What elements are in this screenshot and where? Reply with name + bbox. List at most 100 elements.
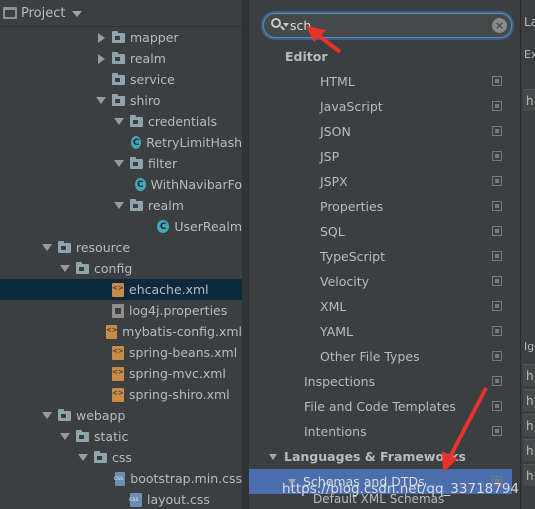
- project-tree-item-label: RetryLimitHash: [146, 135, 242, 150]
- project-tree-item[interactable]: C RetryLimitHash: [0, 132, 242, 153]
- settings-tree-item[interactable]: Velocity: [249, 269, 512, 294]
- expand-down-arrow-icon[interactable]: [269, 453, 277, 460]
- settings-tree-item[interactable]: JSPX: [249, 169, 512, 194]
- settings-tree-item[interactable]: Properties: [249, 194, 512, 219]
- folder-icon: [112, 94, 125, 106]
- project-tree-item[interactable]: css: [0, 447, 242, 468]
- project-tree-item[interactable]: spring-shiro.xml: [0, 384, 242, 405]
- project-tree-item[interactable]: ehcache.xml: [0, 279, 242, 300]
- expand-right-arrow-icon[interactable]: [97, 32, 105, 43]
- project-tree-item[interactable]: C UserRealm: [0, 216, 242, 237]
- expand-down-arrow-icon[interactable]: [78, 454, 88, 461]
- project-tree-item-label: static: [94, 429, 129, 444]
- project-settings-icon: [492, 201, 502, 211]
- ignored-row[interactable]: h: [523, 389, 535, 411]
- ignored-row[interactable]: h: [523, 414, 535, 436]
- settings-tree-item[interactable]: Editor: [249, 44, 512, 69]
- project-tree-item-label: resource: [76, 240, 131, 255]
- expand-down-arrow-icon[interactable]: [114, 202, 124, 209]
- project-settings-icon: [492, 176, 502, 186]
- project-tree-item[interactable]: mapper: [0, 27, 242, 48]
- settings-tree-item[interactable]: TypeScript: [249, 244, 512, 269]
- java-class-icon: C: [157, 220, 170, 233]
- project-tree-item[interactable]: C WithNavibarFo: [0, 174, 242, 195]
- settings-tree-item[interactable]: HTML: [249, 69, 512, 94]
- project-tree-item[interactable]: spring-mvc.xml: [0, 363, 242, 384]
- xml-file-icon: [112, 366, 124, 381]
- project-tree-item[interactable]: service: [0, 69, 242, 90]
- settings-tree-item[interactable]: XML: [249, 294, 512, 319]
- settings-tree-item[interactable]: Intentions: [249, 419, 512, 444]
- project-tree-item-label: shiro: [130, 93, 161, 108]
- project-tree-item-label: spring-mvc.xml: [129, 366, 226, 381]
- expand-down-arrow-icon[interactable]: [114, 118, 124, 125]
- project-tree-item[interactable]: resource: [0, 237, 242, 258]
- ignored-row[interactable]: h: [523, 364, 535, 386]
- settings-tree-item-label: JavaScript: [320, 99, 383, 114]
- chevron-down-icon[interactable]: [72, 10, 83, 17]
- properties-file-icon: [112, 303, 124, 318]
- settings-tree-item-label: Properties: [320, 199, 384, 214]
- expand-down-arrow-icon[interactable]: [60, 433, 70, 440]
- search-icon[interactable]: [271, 18, 281, 28]
- settings-tree-item[interactable]: Languages & Frameworks: [249, 444, 512, 469]
- settings-tree-item[interactable]: Other File Types: [249, 344, 512, 369]
- settings-tree-item-label: SQL: [320, 224, 345, 239]
- project-tree-item-label: webapp: [76, 408, 126, 423]
- project-tree-item[interactable]: config: [0, 258, 242, 279]
- project-tree-item[interactable]: static: [0, 426, 242, 447]
- folder-icon: [58, 409, 71, 421]
- project-tree-item[interactable]: webapp: [0, 405, 242, 426]
- project-tree-item[interactable]: spring-beans.xml: [0, 342, 242, 363]
- project-tree-item-label: layout.css: [147, 492, 210, 507]
- project-tree-item-label: bootstrap.min.css: [130, 471, 242, 486]
- expand-down-arrow-icon[interactable]: [42, 412, 52, 419]
- expand-down-arrow-icon[interactable]: [60, 265, 70, 272]
- external-schema-row[interactable]: h: [523, 89, 535, 111]
- settings-search-input[interactable]: [290, 16, 480, 35]
- folder-icon: [76, 430, 89, 442]
- folder-icon: [130, 199, 143, 211]
- project-tree-item[interactable]: realm: [0, 195, 242, 216]
- project-tree-item[interactable]: layout.css: [0, 489, 242, 509]
- ignored-row[interactable]: h: [523, 464, 535, 486]
- project-tree-item[interactable]: filter: [0, 153, 242, 174]
- css-file-icon: [129, 492, 142, 507]
- search-history-caret-icon[interactable]: [283, 23, 289, 27]
- settings-tree-item[interactable]: JSON: [249, 119, 512, 144]
- project-tree-item[interactable]: realm: [0, 48, 242, 69]
- project-settings-icon: [492, 151, 502, 161]
- settings-tree-item[interactable]: JavaScript: [249, 94, 512, 119]
- ignored-row[interactable]: h: [523, 439, 535, 461]
- expand-down-arrow-icon[interactable]: [114, 160, 124, 167]
- settings-tree-item[interactable]: File and Code Templates: [249, 394, 512, 419]
- project-tree-item-label: spring-beans.xml: [129, 345, 238, 360]
- settings-tree-item[interactable]: Inspections: [249, 369, 512, 394]
- expand-down-arrow-icon[interactable]: [42, 244, 52, 251]
- project-tree-item-label: config: [94, 261, 133, 276]
- project-tree-item[interactable]: credentials: [0, 111, 242, 132]
- settings-search-box[interactable]: ×: [263, 13, 512, 38]
- expand-down-arrow-icon[interactable]: [96, 97, 106, 104]
- expand-right-arrow-icon[interactable]: [97, 53, 105, 64]
- project-tree-item[interactable]: log4j.properties: [0, 300, 242, 321]
- folder-icon: [76, 262, 89, 274]
- project-settings-icon: [492, 226, 502, 236]
- project-tree-item-label: mapper: [130, 30, 179, 45]
- xml-file-icon: [112, 282, 124, 297]
- settings-tree-item[interactable]: SQL: [249, 219, 512, 244]
- project-folder-icon: [3, 7, 17, 19]
- settings-tree-item[interactable]: YAML: [249, 319, 512, 344]
- settings-tree-item[interactable]: JSP: [249, 144, 512, 169]
- xml-file-icon: [105, 324, 118, 339]
- folder-icon: [112, 52, 125, 64]
- settings-tree-scrollbar[interactable]: [512, 44, 520, 509]
- project-tree-item[interactable]: shiro: [0, 90, 242, 111]
- project-panel: Project mapper realm service shiro credentia…: [0, 0, 242, 509]
- project-header[interactable]: Project: [0, 0, 242, 27]
- project-tree-item[interactable]: bootstrap.min.css: [0, 468, 242, 489]
- clear-search-button[interactable]: ×: [492, 18, 507, 33]
- project-tree-item[interactable]: mybatis-config.xml: [0, 321, 242, 342]
- project-settings-icon: [492, 426, 502, 436]
- xml-file-icon: [112, 345, 124, 360]
